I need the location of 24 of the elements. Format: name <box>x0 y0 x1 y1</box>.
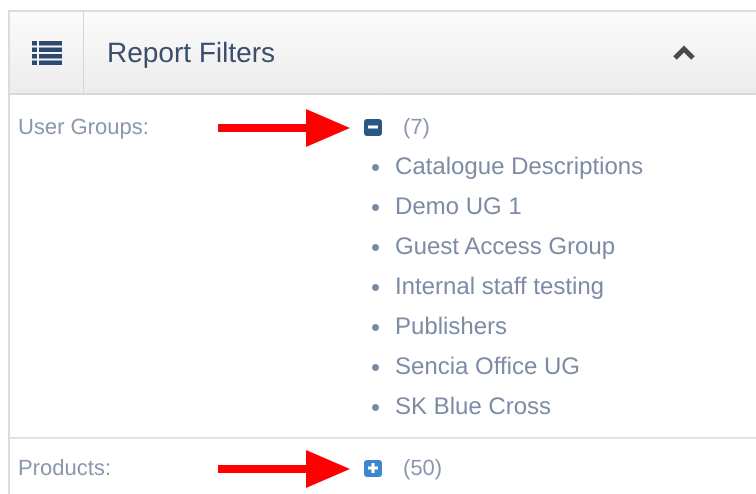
plus-icon <box>367 462 379 474</box>
bullet-icon <box>372 364 379 370</box>
bullet-icon <box>372 324 379 330</box>
bullet-icon <box>372 164 379 170</box>
bullet-icon <box>372 204 379 210</box>
bullet-icon <box>372 404 379 410</box>
bullet-icon <box>372 244 379 250</box>
filter-label: Products: <box>17 454 112 482</box>
filter-count: (7) <box>403 114 430 140</box>
collapse-toggle[interactable] <box>364 118 382 136</box>
list-icon <box>32 40 62 64</box>
filter-item: Guest Access Group <box>395 233 616 261</box>
expand-toggle[interactable] <box>364 460 382 476</box>
filter-item: Sencia Office UG <box>395 353 580 381</box>
filter-item: Publishers <box>395 313 508 341</box>
filter-item: Demo UG 1 <box>395 193 522 221</box>
filter-item: SK Blue Cross <box>395 393 552 421</box>
panel-title: Report Filters <box>107 36 276 68</box>
bullet-icon <box>372 284 379 290</box>
filter-label: User Groups: <box>17 113 150 141</box>
collapse-chevron-icon[interactable] <box>672 44 696 60</box>
filter-count: (50) <box>403 455 442 481</box>
filter-item: Internal staff testing <box>395 273 604 301</box>
filter-item: Catalogue Descriptions <box>395 153 644 181</box>
